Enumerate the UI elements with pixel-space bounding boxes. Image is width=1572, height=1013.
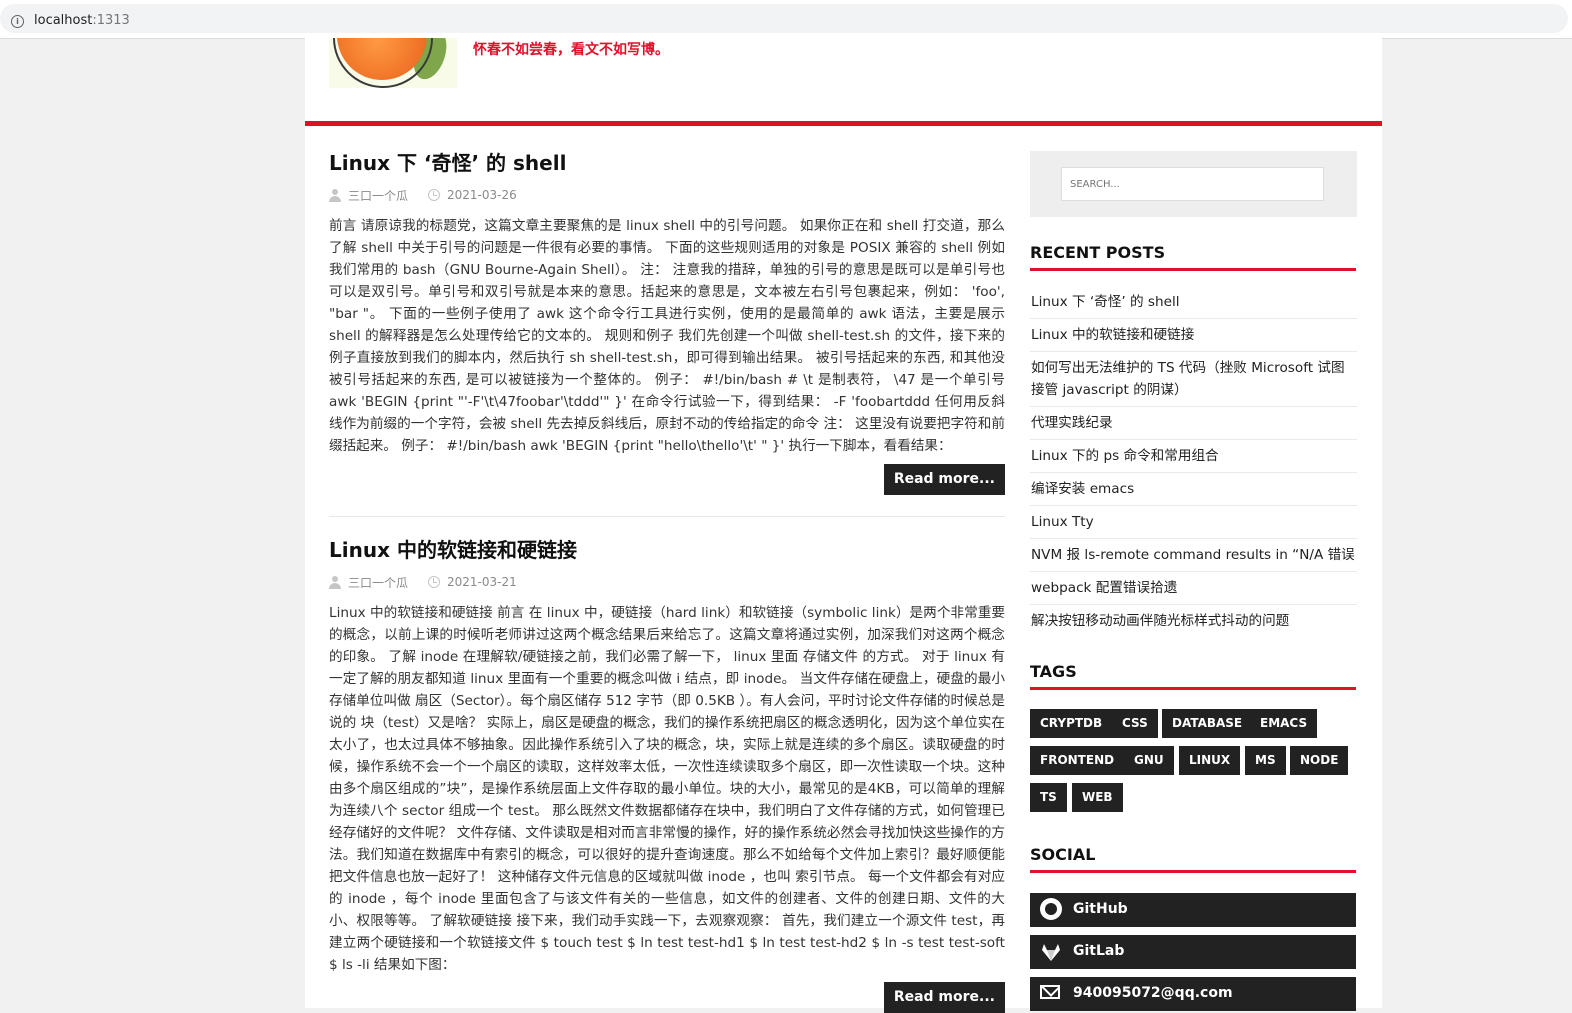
github-link[interactable]: GitHub [1030,893,1356,927]
post-divider [329,516,1005,517]
gitlab-link[interactable]: GitLab [1030,935,1356,969]
logo-outline [333,38,433,88]
site-logo[interactable] [329,38,457,88]
post-date: 2021-03-26 [447,188,517,202]
post-title[interactable]: Linux 下 ‘奇怪’ 的 shell [329,150,1005,176]
post-meta: 三口一个瓜 2021-03-26 [329,186,1005,204]
github-icon [1040,898,1062,920]
post-item: Linux 中的软链接和硬链接 三口一个瓜 2021-03-21 Linux 中… [329,537,1005,976]
post-excerpt: 前言 请原谅我的标题党，这篇文章主要聚焦的是 linux shell 中的引号问… [329,218,1005,454]
email-link[interactable]: 940095072@qq.com [1030,977,1356,1011]
post-author: 三口一个瓜 [348,575,409,590]
read-more-button[interactable]: Read more... [883,464,1005,495]
tag-link[interactable]: CRYPTDB [1030,709,1113,738]
recent-posts-title: RECENT POSTS [1030,243,1356,271]
tag-link[interactable]: NODE [1290,746,1349,775]
recent-post-link[interactable]: NVM 报 ls-remote command results in “N/A … [1030,539,1357,572]
url-host: localhost [34,13,93,28]
social-label: GitHub [1073,901,1128,917]
url-field[interactable]: i localhost:1313 [0,4,1568,33]
tag-link[interactable]: GNU [1124,746,1174,775]
read-more-button[interactable]: Read more... [883,982,1005,1013]
recent-post-link[interactable]: 如何写出无法维护的 TS 代码（挫败 Microsoft 试图接管 javasc… [1030,352,1357,407]
recent-post-link[interactable]: 代理实践纪录 [1030,407,1357,440]
recent-posts-list: Linux 下 ‘奇怪’ 的 shell Linux 中的软链接和硬链接 如何写… [1030,286,1357,637]
site-tagline: 怀春不如尝春，看文不如写博。 [473,42,669,58]
mail-icon [1040,985,1060,999]
tag-link[interactable]: DATABASE [1162,709,1253,738]
user-icon [329,188,341,202]
header-divider [305,121,1382,126]
tags-title: TAGS [1030,662,1356,690]
social-label: 940095072@qq.com [1073,985,1233,1001]
tag-link[interactable]: LINUX [1179,746,1241,775]
post-meta: 三口一个瓜 2021-03-21 [329,573,1005,591]
gitlab-icon [1042,944,1060,961]
user-icon [329,575,341,589]
search-widget [1030,151,1357,217]
url-port: :1313 [92,13,130,28]
page-container: 怀春不如尝春，看文不如写博。 Linux 下 ‘奇怪’ 的 shell 三口一个… [305,38,1382,1013]
post-title[interactable]: Linux 中的软链接和硬链接 [329,537,1005,563]
tag-link[interactable]: MS [1245,746,1286,775]
recent-post-link[interactable]: webpack 配置错误拾遗 [1030,572,1357,605]
post-item: Linux 下 ‘奇怪’ 的 shell 三口一个瓜 2021-03-26 前言… [329,150,1005,457]
recent-post-link[interactable]: 编译安装 emacs [1030,473,1357,506]
browser-address-bar: i localhost:1313 [0,0,1572,39]
recent-post-link[interactable]: 解决按钮移动动画伴随光标样式抖动的问题 [1030,605,1357,637]
tag-link[interactable]: CSS [1112,709,1158,738]
tag-link[interactable]: EMACS [1250,709,1318,738]
search-input[interactable] [1061,167,1324,201]
tag-link[interactable]: FRONTEND [1030,746,1125,775]
recent-post-link[interactable]: Linux 中的软链接和硬链接 [1030,319,1357,352]
social-title: SOCIAL [1030,845,1356,873]
social-label: GitLab [1073,943,1125,959]
recent-post-link[interactable]: Linux 下的 ps 命令和常用组合 [1030,440,1357,473]
post-author: 三口一个瓜 [348,188,409,203]
recent-post-link[interactable]: Linux 下 ‘奇怪’ 的 shell [1030,286,1357,319]
url-text[interactable]: localhost:1313 [34,13,130,28]
clock-icon [428,189,441,201]
tag-link[interactable]: TS [1030,783,1067,812]
info-icon[interactable]: i [11,15,24,28]
recent-post-link[interactable]: Linux Tty [1030,506,1357,539]
post-excerpt: Linux 中的软链接和硬链接 前言 在 linux 中，硬链接（hard li… [329,605,1005,973]
tag-link[interactable]: WEB [1072,783,1123,812]
clock-icon [428,576,441,588]
post-date: 2021-03-21 [447,575,517,589]
